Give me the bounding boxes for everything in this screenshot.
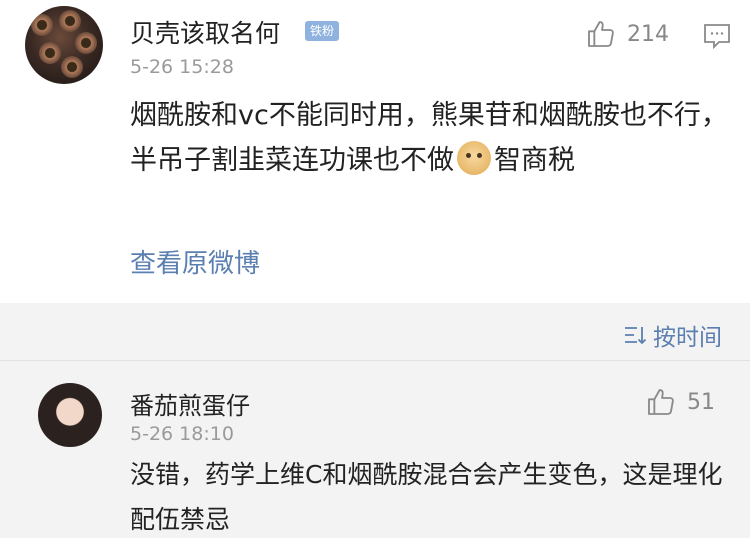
comment-text-part: 烟酰胺和vc不能同时用，熊果苷和烟酰胺也不行，半吊子割韭菜连功课也不做: [130, 100, 728, 176]
comment-text-part: 智商税: [494, 145, 575, 176]
comment-text: 烟酰胺和vc不能同时用，熊果苷和烟酰胺也不行，半吊子割韭菜连功课也不做 智商税: [130, 93, 730, 183]
like-button[interactable]: 51: [645, 386, 715, 418]
thumbs-up-icon: [648, 389, 674, 415]
username[interactable]: 贝壳该取名何: [130, 14, 280, 50]
fan-badge: 铁粉: [305, 21, 340, 41]
sort-label: 按时间: [653, 325, 722, 351]
thumbs-up-icon: [588, 21, 614, 47]
sort-icon: [625, 327, 647, 345]
timestamp: 5-26 15:28: [130, 56, 234, 78]
timestamp: 5-26 18:10: [130, 423, 234, 445]
comment-icon[interactable]: [703, 23, 731, 49]
doge-emoji-icon: [457, 141, 491, 175]
main-comment: 贝壳该取名何 铁粉 5-26 15:28 214 烟酰胺和vc不能同时用，熊果苷…: [0, 0, 750, 303]
avatar[interactable]: [38, 383, 102, 447]
like-count: 214: [627, 21, 669, 47]
sort-by-time-button[interactable]: 按时间: [623, 318, 722, 352]
view-original-link[interactable]: 查看原微博: [130, 243, 260, 280]
divider: [0, 360, 750, 361]
username[interactable]: 番茄煎蛋仔: [130, 386, 250, 421]
like-count: 51: [687, 389, 715, 415]
reply-text: 没错，药学上维C和烟酰胺混合会产生变色，这是理化配伍禁忌: [130, 460, 723, 534]
like-button[interactable]: 214: [585, 18, 669, 50]
avatar[interactable]: [25, 6, 103, 84]
